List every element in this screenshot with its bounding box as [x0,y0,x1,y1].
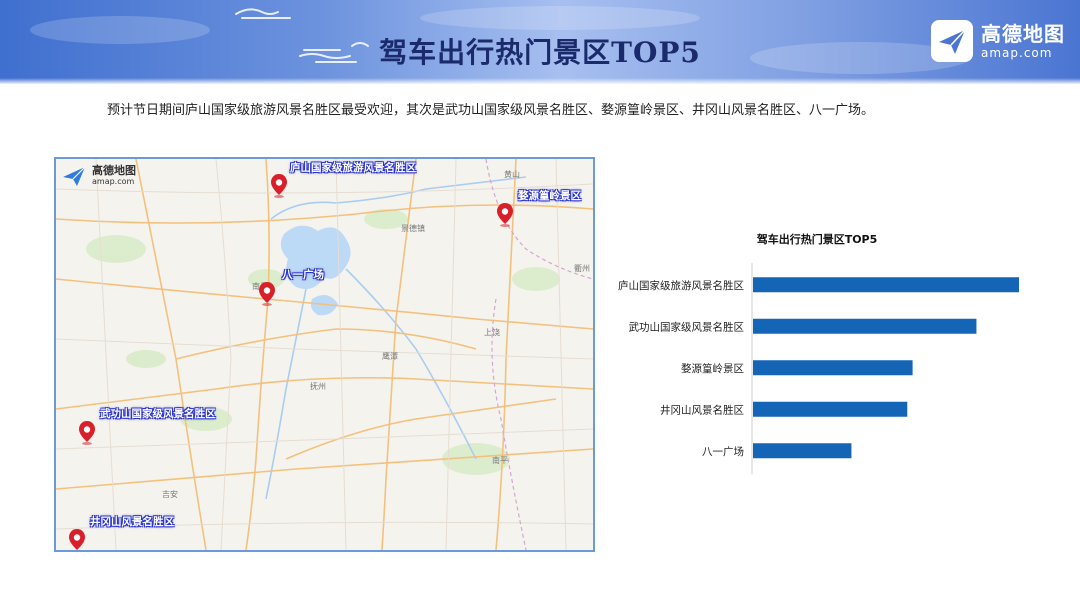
place-name: 黄山 [504,169,520,179]
page-title: 驾车出行热门景区TOP5 [379,36,701,69]
map-logo-text-en: amap.com [92,177,135,186]
map-pin-icon [69,529,85,550]
place-name: 上饶 [484,327,500,337]
amap-plane-icon [931,20,973,62]
place-name: 景德镇 [401,223,425,233]
map-pin-icon [79,421,95,445]
map-pin-lushan[interactable]: 庐山国家级旅游风景名胜区 [270,159,430,205]
map-pin-bayi[interactable]: 八一广场 [258,265,348,309]
map-pin-icon [497,203,513,227]
place-name: 抚州 [310,381,326,391]
bar [753,401,908,417]
chart-canvas: 庐山国家级旅游风景名胜区武功山国家级风景名胜区婺源篁岭景区井冈山风景名胜区八一广… [618,263,1019,475]
bar [753,443,852,459]
category-label: 武功山国家级风景名胜区 [629,320,745,333]
map-pin-wuyuan[interactable]: 婺源篁岭景区 [496,185,593,229]
amap-plane-icon [63,166,86,186]
pin-label: 井冈山风景名胜区 [90,516,174,528]
map-logo-text-cn: 高德地图 [92,164,136,177]
bar [753,360,913,376]
slide: 驾车出行热门景区TOP5 高德地图 amap.com 预计节日期间庐山国家级旅游… [0,0,1080,591]
map-pin-jinggangshan[interactable]: 井冈山风景名胜区 [68,513,208,550]
map-pin-icon [259,282,275,306]
place-name: 吉安 [162,489,178,499]
category-label: 庐山国家级旅游风景名胜区 [618,279,744,292]
map-panel[interactable]: 黄山 景德镇 衢州 上饶 南昌 鹰潭 抚州 南平 吉安 高德地图 amap.co… [54,157,595,552]
map-logo: 高德地图 amap.com [62,164,152,188]
category-label: 八一广场 [702,445,744,458]
pin-label: 八一广场 [282,269,324,281]
place-name: 衢州 [574,263,590,273]
header-banner: 驾车出行热门景区TOP5 高德地图 amap.com [0,0,1080,84]
place-name: 鹰潭 [382,351,398,361]
bar [753,277,1019,293]
logo-text-en: amap.com [981,46,1053,60]
place-name: 南平 [492,455,508,465]
pin-label: 庐山国家级旅游风景名胜区 [290,162,416,174]
bar [753,318,977,334]
category-label: 井冈山风景名胜区 [660,403,744,416]
pin-label: 武功山国家级风景名胜区 [100,408,216,420]
category-label: 婺源篁岭景区 [681,362,744,375]
amap-logo: 高德地图 amap.com [931,20,1071,66]
map-pin-wugongshan[interactable]: 武功山国家级风景名胜区 [78,405,238,449]
logo-text-cn: 高德地图 [981,22,1065,46]
summary-text: 预计节日期间庐山国家级旅游风景名胜区最受欢迎，其次是武功山国家级风景名胜区、婺源… [107,103,875,118]
pin-label: 婺源篁岭景区 [518,190,581,202]
map-pin-icon [271,174,287,198]
bar-chart: 驾车出行热门景区TOP5 庐山国家级旅游风景名胜区 武功山国家级风景名胜区 婺源篁岭… [600,225,1040,485]
